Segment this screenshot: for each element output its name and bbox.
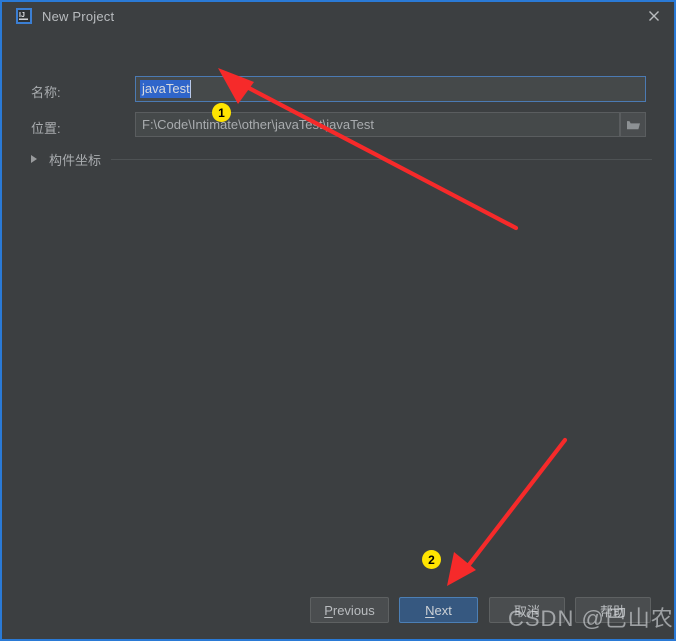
location-input[interactable]: F:\Code\Intimate\other\javaTest\javaTest [135,112,620,137]
name-input[interactable]: javaTest [135,76,646,102]
next-button-mnemonic: N [425,602,435,618]
previous-button-mnemonic: P [324,602,333,618]
next-button-label: ext [434,602,452,618]
help-button[interactable]: 帮助 [575,597,651,623]
title-bar: IJ New Project [2,0,674,30]
cancel-button[interactable]: 取消 [489,597,565,623]
previous-button-label: revious [332,602,375,618]
close-icon[interactable] [632,2,674,30]
location-input-value: F:\Code\Intimate\other\javaTest\javaTest [142,117,374,132]
triangle-right-icon [31,155,37,163]
location-label: 位置: [31,121,61,136]
name-input-value: javaTest [140,80,191,98]
intellij-idea-icon: IJ [16,8,32,24]
artifact-coordinates-label: 构件坐标 [49,152,102,168]
window-title: New Project [42,8,115,24]
dialog-button-bar: Previous Next 取消 帮助 [2,586,674,637]
section-divider [111,158,652,160]
artifact-coordinates-section[interactable]: 构件坐标 [31,150,652,168]
name-label: 名称: [31,85,61,100]
new-project-dialog: IJ New Project 名称: javaTest 位置: F:\Code\… [0,0,676,641]
dialog-body: 名称: javaTest 位置: F:\Code\Intimate\other\… [2,30,674,582]
svg-text:IJ: IJ [19,12,25,19]
previous-button[interactable]: Previous [310,597,389,623]
folder-icon[interactable] [620,112,646,137]
next-button[interactable]: Next [399,597,478,623]
